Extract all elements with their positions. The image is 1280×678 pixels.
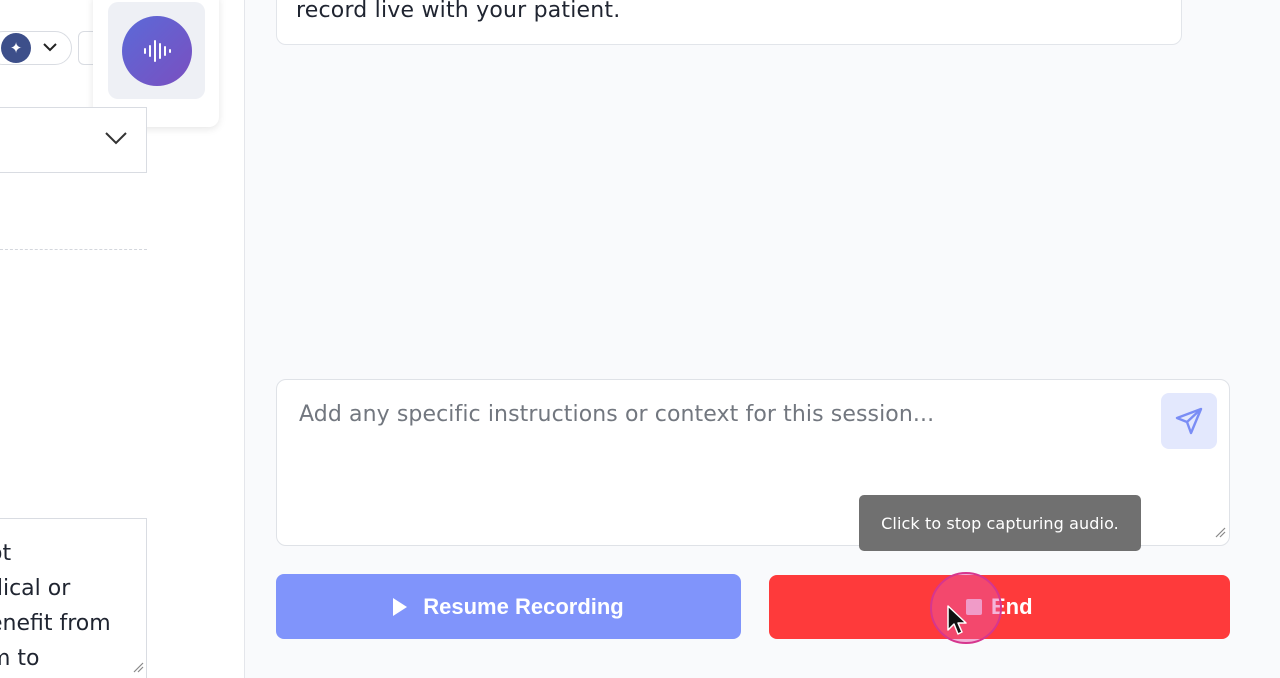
info-card-text: record live with your patient. bbox=[296, 0, 621, 23]
recording-widget-inner bbox=[108, 2, 205, 99]
divider bbox=[0, 249, 147, 250]
cursor-icon bbox=[947, 605, 967, 635]
sparkle-icon: ✦ bbox=[1, 33, 31, 63]
instructions-placeholder: Add any specific instructions or context… bbox=[299, 402, 935, 427]
resize-handle-icon[interactable] bbox=[132, 658, 144, 677]
resume-recording-button[interactable]: Resume Recording bbox=[276, 574, 741, 639]
resume-recording-label: Resume Recording bbox=[423, 593, 624, 619]
audio-wave-icon[interactable] bbox=[121, 15, 192, 86]
template-select[interactable] bbox=[0, 107, 147, 173]
play-icon bbox=[393, 597, 408, 616]
ai-mode-dropdown[interactable]: ✦ bbox=[0, 31, 72, 65]
resize-handle-icon[interactable] bbox=[1214, 523, 1226, 542]
left-panel: ✦ t ical or enefit from to bbox=[0, 0, 245, 678]
notes-text: ot dical or enefit from m to bbox=[0, 541, 111, 671]
chevron-down-icon bbox=[104, 130, 128, 149]
tooltip: Click to stop capturing audio. bbox=[859, 495, 1141, 551]
send-button[interactable] bbox=[1161, 393, 1217, 449]
send-icon bbox=[1175, 407, 1203, 435]
notes-textarea[interactable]: ot dical or enefit from m to bbox=[0, 518, 147, 678]
chevron-down-icon bbox=[43, 40, 57, 56]
info-card: record live with your patient. bbox=[276, 0, 1182, 45]
